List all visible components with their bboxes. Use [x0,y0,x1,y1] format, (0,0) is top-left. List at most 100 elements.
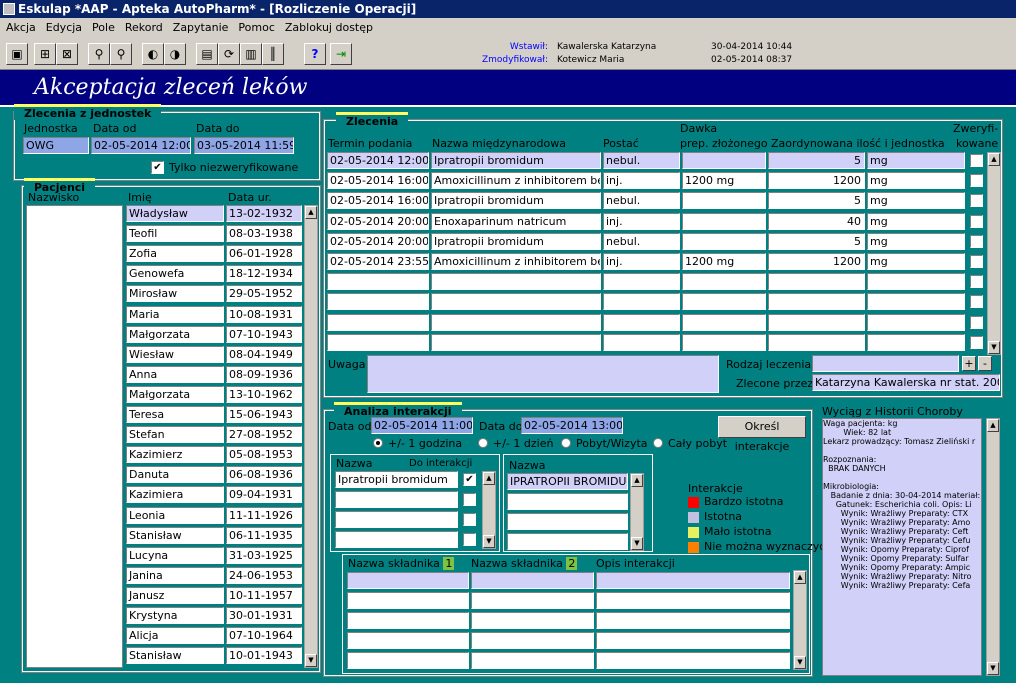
patient-name-cell[interactable]: Maria [126,305,224,323]
patient-name-cell[interactable]: Genowefa [126,265,224,283]
patient-name-cell[interactable]: Lucyna [126,546,224,564]
radio-1-day[interactable] [478,438,488,448]
menu-rekord[interactable]: Rekord [125,21,163,34]
component-cell[interactable] [471,612,594,629]
component-cell[interactable] [596,652,790,669]
search-execute-icon[interactable]: ⚲ [110,43,132,65]
search-icon[interactable]: ⚲ [88,43,110,65]
verified-checkbox[interactable] [970,255,983,268]
order-cell[interactable] [327,313,429,331]
order-cell[interactable]: 1200 [768,253,865,270]
patient-name-cell[interactable]: Teofil [126,225,224,243]
component-cell[interactable] [596,612,790,629]
menu-akcja[interactable]: Akcja [6,21,36,34]
interactions-to-field[interactable]: 02-05-2014 13:00 [521,417,623,434]
patient-name-cell[interactable]: Wiesław [126,345,224,363]
order-cell[interactable]: 1200 mg [682,253,766,270]
patient-dob-cell[interactable]: 06-11-1935 [226,526,302,544]
radio-whole-stay[interactable] [653,438,663,448]
left-drug-cell[interactable] [335,531,458,548]
only-unverified-checkbox[interactable]: ✔ [151,161,164,174]
order-cell[interactable] [867,273,965,291]
order-cell[interactable]: mg [867,172,965,190]
radio-stay-visit[interactable] [561,438,571,448]
order-cell[interactable]: Amoxicillinum z inhibitorem bet [431,172,601,190]
order-cell[interactable]: 02-05-2014 20:00 [327,212,429,230]
patient-dob-cell[interactable]: 07-10-1964 [226,627,302,645]
patient-dob-cell[interactable]: 08-04-1949 [226,345,302,363]
order-cell[interactable] [682,293,766,311]
patient-dob-cell[interactable]: 10-08-1931 [226,305,302,323]
order-cell[interactable]: mg [867,232,965,250]
order-cell[interactable]: nebul. [603,192,680,210]
menu-pole[interactable]: Pole [92,21,115,34]
surname-column[interactable] [26,205,123,668]
exit-icon[interactable]: ⇥ [330,43,352,65]
order-cell[interactable] [768,273,865,291]
order-cell[interactable] [431,273,601,291]
patient-name-cell[interactable]: Stanisław [126,647,224,665]
left-drugs-scrollbar[interactable]: ▲ ▼ [482,471,496,549]
patient-dob-cell[interactable]: 05-08-1953 [226,446,302,464]
scroll-up-icon[interactable]: ▲ [305,206,317,219]
patient-name-cell[interactable]: Władysław [126,205,224,222]
order-cell[interactable] [867,313,965,331]
order-cell[interactable]: 1200 mg [682,172,766,190]
order-cell[interactable] [431,333,601,351]
right-drug-cell[interactable]: IPRATROPII BROMIDU [507,473,628,490]
patient-name-cell[interactable]: Małgorzata [126,325,224,343]
patient-name-cell[interactable]: Małgorzata [126,385,224,403]
left-drug-cell[interactable]: Ipratropii bromidum [335,471,458,488]
note-field[interactable] [367,355,719,393]
to-interaction-checkbox[interactable]: ✔ [463,473,476,486]
order-cell[interactable]: mg [867,152,965,169]
to-interaction-checkbox[interactable] [463,533,476,546]
patient-dob-cell[interactable]: 29-05-1952 [226,285,302,303]
patient-name-cell[interactable]: Krystyna [126,607,224,624]
order-cell[interactable] [682,232,766,250]
patient-name-cell[interactable]: Zofia [126,245,224,263]
order-cell[interactable] [431,313,601,331]
component-cell[interactable] [471,592,594,609]
scroll-down-icon[interactable]: ▼ [988,341,1000,354]
patient-dob-cell[interactable]: 06-08-1936 [226,466,302,484]
order-cell[interactable] [682,273,766,291]
remove-treatment-button[interactable]: - [978,356,992,371]
patient-name-cell[interactable]: Kazimiera [126,486,224,504]
determine-interactions-button[interactable]: Określ interakcje [718,416,806,453]
order-cell[interactable]: 5 [768,232,865,250]
patient-name-cell[interactable]: Stanisław [126,526,224,544]
order-cell[interactable] [603,313,680,331]
order-cell[interactable] [603,333,680,351]
component-cell[interactable] [471,632,594,649]
order-cell[interactable] [768,293,865,311]
order-cell[interactable]: 5 [768,152,865,169]
order-cell[interactable]: inj. [603,253,680,270]
patient-dob-cell[interactable]: 18-12-1934 [226,265,302,283]
patient-dob-cell[interactable]: 13-10-1962 [226,385,302,403]
order-cell[interactable] [682,313,766,331]
patient-dob-cell[interactable]: 10-11-1957 [226,586,302,604]
save-icon[interactable]: ▣ [6,43,28,65]
treatment-field[interactable] [812,355,959,372]
order-cell[interactable]: nebul. [603,232,680,250]
order-cell[interactable]: 02-05-2014 23:55 [327,253,429,270]
component-cell[interactable] [596,572,790,589]
order-cell[interactable]: Ipratropii bromidum [431,232,601,250]
verified-checkbox[interactable] [970,174,983,188]
verified-checkbox[interactable] [970,194,983,208]
print-icon[interactable]: ▥ [240,43,262,65]
component-cell[interactable] [471,652,594,669]
verified-checkbox[interactable] [970,315,983,329]
component-cell[interactable] [347,632,469,649]
right-drug-cell[interactable] [507,493,628,510]
order-cell[interactable] [603,273,680,291]
unit-field[interactable]: OWG [23,137,89,154]
patient-name-cell[interactable]: Teresa [126,406,224,423]
component-cell[interactable] [596,592,790,609]
verified-checkbox[interactable] [970,275,983,289]
patient-dob-cell[interactable]: 09-04-1931 [226,486,302,504]
order-cell[interactable]: mg [867,253,965,270]
radio-1-hour[interactable] [373,438,383,448]
order-cell[interactable] [682,212,766,230]
